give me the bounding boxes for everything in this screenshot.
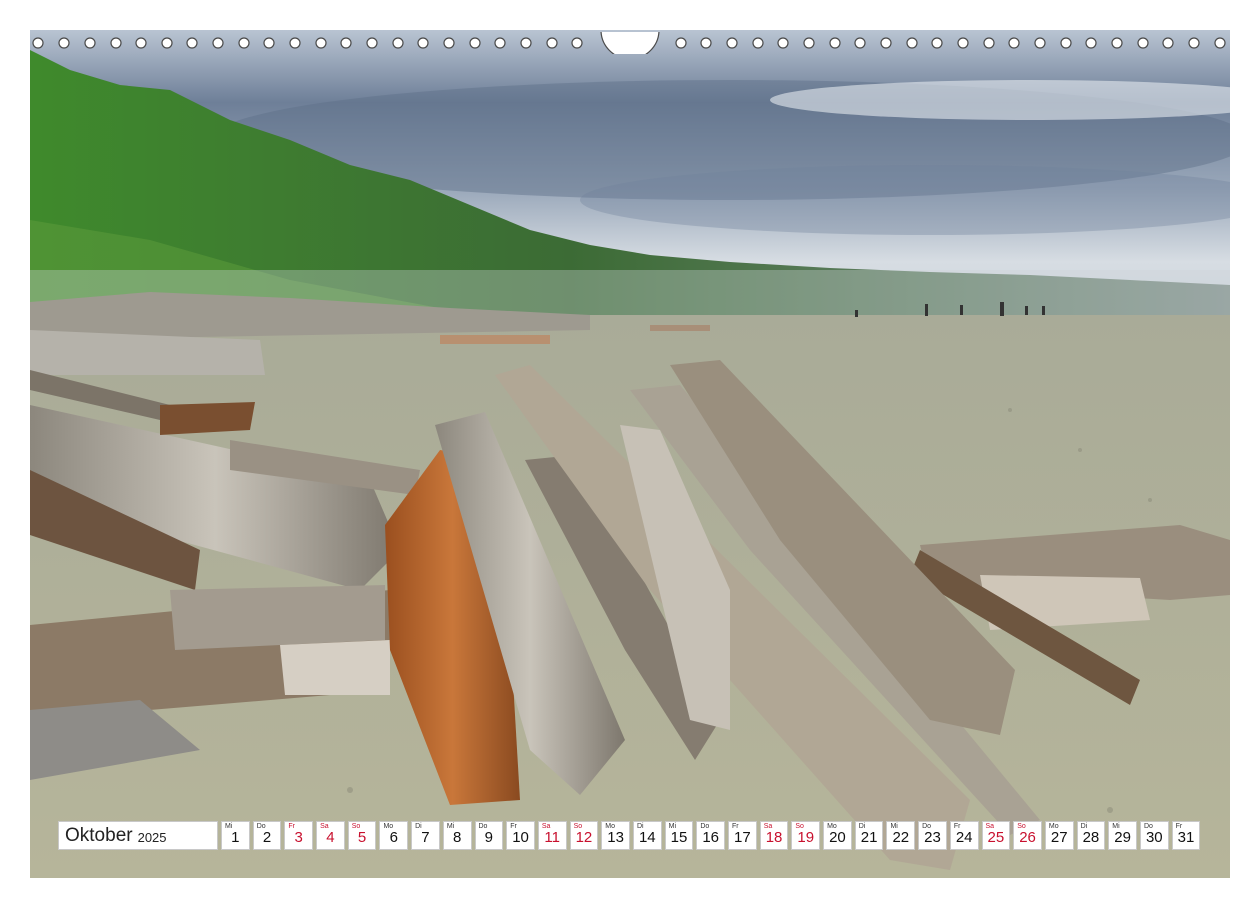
calendar-strip: Oktober 2025 Mi 1 Do 2 Fr 3 Sa 4 So 5 Mo 6 Di 7 Mi 8 Do 9…: [58, 821, 1201, 850]
calendar-day: Do 2: [252, 821, 282, 850]
day-number: 27: [1050, 829, 1068, 846]
day-number: 24: [955, 829, 973, 846]
day-number: 3: [294, 829, 303, 846]
day-number: 25: [987, 829, 1005, 846]
day-number: 17: [734, 829, 751, 846]
year-label: 2025: [137, 829, 167, 845]
calendar-day: Sa 11: [537, 821, 567, 850]
calendar-day: Do 9: [474, 821, 504, 850]
calendar-day: Sa 4: [316, 821, 345, 850]
calendar-day: Sa 18: [759, 821, 789, 850]
day-number: 1: [231, 829, 240, 846]
calendar-day: Do 30: [1139, 821, 1169, 850]
day-number: 13: [607, 829, 624, 846]
calendar-day: Mo 20: [823, 821, 852, 850]
calendar-day: So 26: [1013, 821, 1042, 850]
day-number: 11: [544, 829, 560, 846]
calendar-day: Mo 27: [1044, 821, 1074, 850]
day-number: 21: [860, 829, 878, 846]
calendar-day: Di 14: [632, 821, 662, 850]
calendar-day: Mi 1: [221, 821, 250, 850]
day-number: 22: [892, 829, 910, 846]
photo-scene: [30, 30, 1230, 878]
calendar-day: Mi 8: [442, 821, 472, 850]
day-number: 9: [484, 829, 494, 846]
calendar-day: Di 21: [854, 821, 884, 850]
day-cells: Mi 1 Do 2 Fr 3 Sa 4 So 5 Mo 6 Di 7 Mi 8 Do 9 Fr 10 Sa 11 So 12 M…: [221, 821, 1201, 850]
month-name: Oktober: [65, 824, 133, 846]
day-number: 28: [1082, 829, 1100, 846]
calendar-day: So 19: [791, 821, 821, 850]
day-number: 12: [575, 829, 593, 846]
calendar-day: Mi 15: [664, 821, 694, 850]
day-number: 5: [357, 829, 367, 846]
day-number: 8: [452, 829, 462, 846]
calendar-day: Fr 24: [949, 821, 979, 850]
day-number: 6: [389, 829, 398, 846]
calendar-day: Di 7: [411, 821, 440, 850]
calendar-day: Fr 31: [1171, 821, 1201, 850]
calendar-day: Fr 3: [284, 821, 314, 850]
day-number: 18: [765, 829, 783, 846]
day-number: 26: [1019, 829, 1036, 846]
calendar-day: Do 16: [696, 821, 725, 850]
day-number: 19: [797, 829, 815, 846]
calendar-day: Mo 13: [601, 821, 630, 850]
calendar-day: Mi 22: [886, 821, 916, 850]
day-number: 7: [421, 829, 430, 846]
calendar-day: So 5: [347, 821, 377, 850]
day-number: 23: [924, 829, 941, 846]
calendar-day: Fr 10: [506, 821, 535, 850]
calendar-day: Fr 17: [728, 821, 757, 850]
calendar-day: Di 28: [1076, 821, 1106, 850]
day-number: 14: [638, 829, 656, 846]
day-number: 20: [829, 829, 846, 846]
day-number: 2: [262, 829, 272, 846]
day-number: 31: [1177, 829, 1195, 846]
day-number: 29: [1114, 829, 1131, 846]
beach-driftwood-photo: [30, 30, 1230, 878]
calendar-day: Mi 29: [1108, 821, 1137, 850]
calendar-day: Mo 6: [379, 821, 409, 850]
calendar-day: So 12: [569, 821, 599, 850]
day-number: 30: [1145, 829, 1163, 846]
day-number: 4: [326, 829, 335, 846]
calendar-day: Sa 25: [981, 821, 1011, 850]
day-number: 15: [670, 829, 688, 846]
month-label-box: Oktober 2025: [58, 821, 218, 850]
day-number: 10: [512, 829, 529, 846]
calendar-day: Do 23: [918, 821, 947, 850]
day-number: 16: [702, 829, 719, 846]
